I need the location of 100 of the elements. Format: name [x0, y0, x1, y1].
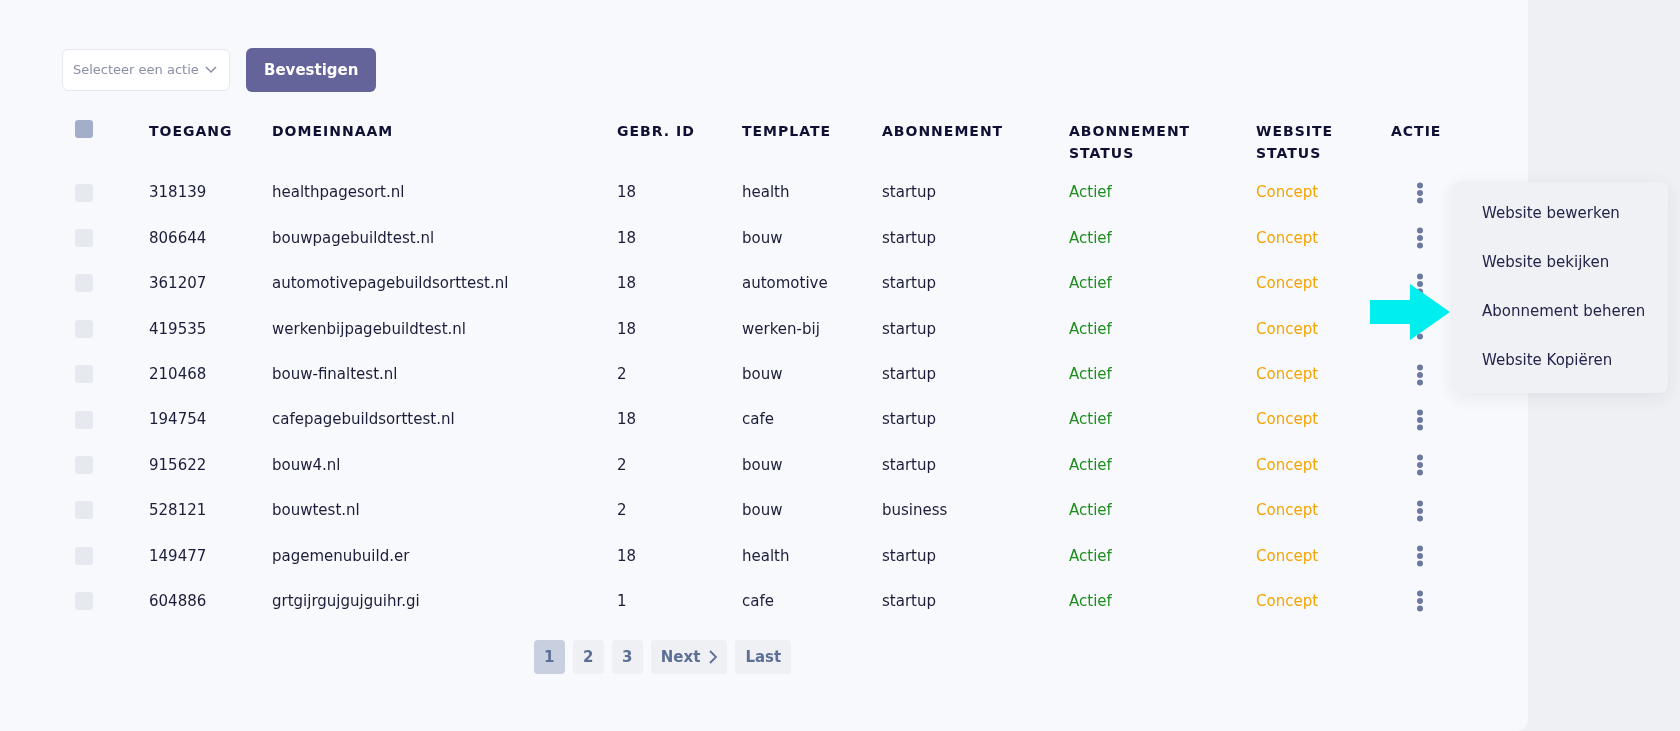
- confirm-button[interactable]: Bevestigen: [246, 48, 377, 92]
- table-cell: startup: [882, 274, 936, 293]
- table-cell: 149477: [149, 546, 207, 565]
- column-header: ABONNEMENT: [882, 123, 1004, 139]
- status-text: Concept: [1256, 274, 1319, 293]
- table-cell: health: [742, 546, 790, 565]
- table-cell: 210468: [149, 365, 207, 383]
- table-cell: 361207: [149, 274, 207, 293]
- menu-item[interactable]: Abonnement beheren: [1452, 291, 1668, 340]
- next-button[interactable]: Next: [650, 639, 728, 674]
- status-text: Concept: [1256, 183, 1319, 202]
- table-cell: bouw: [742, 501, 783, 520]
- page-button[interactable]: 3: [611, 639, 643, 674]
- status-text: Actief: [1069, 501, 1112, 520]
- table-cell: 2: [617, 365, 627, 383]
- table-cell: werkenbijpagebuildtest.nl: [272, 319, 466, 338]
- table-cell: 2: [617, 455, 627, 474]
- chevron-right-icon: [708, 649, 718, 664]
- table-cell: 1: [617, 591, 627, 610]
- column-header: TOEGANG: [149, 123, 233, 139]
- more-options-button[interactable]: [1415, 408, 1425, 431]
- more-options-button[interactable]: [1415, 454, 1425, 477]
- table-cell: automotivepagebuildsorttest.nl: [272, 274, 509, 293]
- status-text: Concept: [1256, 410, 1319, 429]
- table-cell: 604886: [149, 591, 207, 610]
- table-cell: cafe: [742, 591, 774, 610]
- table-cell: 419535: [149, 319, 207, 338]
- status-text: Actief: [1069, 183, 1112, 202]
- table-cell: grtgijrgujgujguihr.gi: [272, 591, 420, 610]
- page-button[interactable]: 1: [533, 639, 565, 674]
- status-text: Actief: [1069, 410, 1112, 429]
- table-cell: startup: [882, 183, 936, 202]
- column-header: ABONNEMENT STATUS: [1069, 123, 1191, 161]
- status-text: Concept: [1256, 228, 1319, 247]
- column-header: GEBR. ID: [617, 123, 695, 139]
- table-cell: 18: [617, 410, 637, 429]
- table-cell: bouw-finaltest.nl: [272, 365, 398, 383]
- more-options-button[interactable]: [1415, 181, 1425, 204]
- column-header: WEBSITE STATUS: [1256, 123, 1334, 161]
- status-text: Actief: [1069, 591, 1112, 610]
- menu-item[interactable]: Website bekijken: [1452, 242, 1668, 291]
- table-cell: bouw4.nl: [272, 455, 341, 474]
- table-cell: startup: [882, 546, 936, 565]
- table-cell: 18: [617, 228, 637, 247]
- table-cell: cafepagebuildsorttest.nl: [272, 410, 455, 429]
- status-text: Actief: [1069, 228, 1112, 247]
- status-text: Actief: [1069, 546, 1112, 565]
- table-cell: business: [882, 501, 948, 520]
- table-cell: automotive: [742, 274, 828, 293]
- table-cell: startup: [882, 410, 936, 429]
- chevron-down-icon: [205, 66, 217, 74]
- table-cell: 806644: [149, 228, 207, 247]
- more-options-button[interactable]: [1415, 363, 1425, 386]
- more-options-button[interactable]: [1415, 499, 1425, 522]
- table-cell: health: [742, 183, 790, 202]
- status-text: Actief: [1069, 365, 1112, 383]
- table-cell: 318139: [149, 183, 207, 202]
- table-cell: startup: [882, 319, 936, 338]
- more-options-button[interactable]: [1415, 590, 1425, 613]
- table-cell: 915622: [149, 455, 207, 474]
- menu-item[interactable]: Website Kopiëren: [1452, 340, 1668, 389]
- page-button[interactable]: 2: [572, 639, 604, 674]
- column-header: TEMPLATE: [742, 123, 832, 139]
- status-text: Concept: [1256, 591, 1319, 610]
- select-all-checkbox[interactable]: [75, 120, 93, 138]
- table-cell: startup: [882, 591, 936, 610]
- status-text: Actief: [1069, 455, 1112, 474]
- table-cell: startup: [882, 365, 936, 383]
- status-text: Concept: [1256, 365, 1319, 383]
- table-cell: bouwpagebuildtest.nl: [272, 228, 435, 247]
- table-cell: 18: [617, 274, 637, 293]
- status-text: Actief: [1069, 274, 1112, 293]
- table-cell: bouw: [742, 455, 783, 474]
- status-text: Actief: [1069, 319, 1112, 338]
- table-cell: 18: [617, 183, 637, 202]
- more-options-button[interactable]: [1415, 227, 1425, 250]
- table-cell: startup: [882, 228, 936, 247]
- status-text: Concept: [1256, 455, 1319, 474]
- table-cell: startup: [882, 455, 936, 474]
- table-cell: 2: [617, 501, 627, 520]
- select-placeholder: Selecteer een actie: [73, 61, 199, 80]
- column-header: DOMEINNAAM: [272, 123, 394, 139]
- table-cell: 18: [617, 546, 637, 565]
- table-cell: cafe: [742, 410, 774, 429]
- table-cell: 18: [617, 319, 637, 338]
- status-text: Concept: [1256, 546, 1319, 565]
- table-cell: bouwtest.nl: [272, 501, 360, 520]
- status-text: Concept: [1256, 501, 1319, 520]
- table-cell: healthpagesort.nl: [272, 183, 405, 202]
- table-cell: 528121: [149, 501, 207, 520]
- table-cell: pagemenubuild.er: [272, 546, 410, 565]
- last-button[interactable]: Last: [735, 639, 792, 674]
- table-cell: werken-bij: [742, 319, 820, 338]
- menu-item[interactable]: Website bewerken: [1452, 193, 1668, 242]
- more-options-button[interactable]: [1415, 545, 1425, 568]
- status-text: Concept: [1256, 319, 1319, 338]
- table-cell: bouw: [742, 365, 783, 383]
- action-select[interactable]: Selecteer een actie: [62, 49, 230, 91]
- column-header: ACTIE: [1391, 123, 1442, 139]
- table-cell: 194754: [149, 410, 207, 429]
